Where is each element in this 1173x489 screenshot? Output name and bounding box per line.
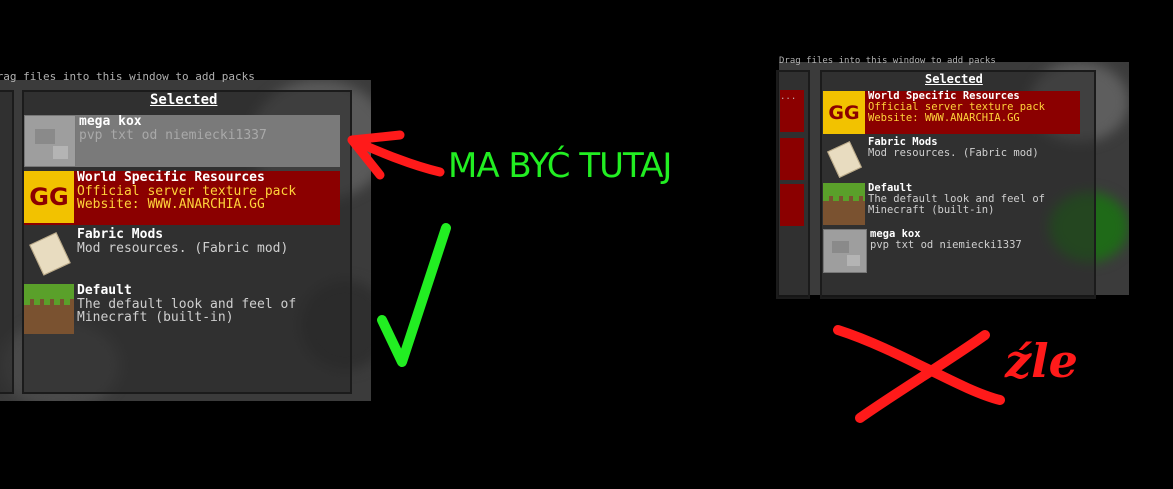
green-checkmark-icon (377, 223, 451, 367)
selected-title: Selected (150, 92, 218, 108)
available-truncation: ... (780, 92, 797, 102)
wrong-label: źle (1005, 334, 1078, 388)
pack-entry-fabric-mods[interactable]: Fabric Mods Mod resources. (Fabric mod) (24, 228, 340, 280)
pack-description: The default look and feel of (77, 296, 297, 312)
pack-description: Official server texture pack (77, 183, 297, 199)
grass-block-icon (823, 183, 865, 225)
pack-name: Fabric Mods (77, 227, 164, 242)
pack-name: mega kox (79, 114, 142, 129)
left-available-column (0, 90, 14, 394)
pack-entry-fabric-mods[interactable]: Fabric Mods Mod resources. (Fabric mod) (823, 136, 1080, 179)
gg-logo-icon: GG (823, 91, 865, 134)
selected-title-right: Selected (925, 72, 983, 86)
pack-entry-world-specific[interactable]: GG World Specific Resources Official ser… (24, 171, 340, 225)
pack-website: Website: WWW.ANARCHIA.GG (77, 197, 265, 213)
red-cross-icon (833, 325, 1005, 423)
pack-description-2: Minecraft (built-in) (77, 310, 234, 326)
pack-website: Website: WWW.ANARCHIA.GG (868, 112, 1020, 125)
scroll-icon (24, 228, 74, 278)
pack-entry-mega-kox[interactable]: mega kox pvp txt od niemiecki1337 (24, 115, 340, 167)
gg-logo-icon: GG (24, 171, 74, 223)
pack-description-2: Minecraft (built-in) (868, 204, 995, 217)
pack-description: Mod resources. (Fabric mod) (868, 147, 1039, 160)
stone-icon (24, 115, 76, 167)
pack-entry-world-specific[interactable]: GG World Specific Resources Official ser… (823, 90, 1080, 134)
scroll-icon (823, 137, 865, 179)
pack-description: pvp txt od niemiecki1337 (79, 127, 267, 143)
pack-description: pvp txt od niemiecki1337 (870, 239, 1022, 252)
correct-position-label: MA BYĆ TUTAJ (448, 146, 672, 186)
available-entry-stub[interactable] (780, 138, 804, 180)
pack-name: World Specific Resources (77, 170, 265, 185)
pack-entry-mega-kox[interactable]: mega kox pvp txt od niemiecki1337 (823, 228, 1080, 273)
available-entry-stub[interactable] (780, 184, 804, 226)
pack-entry-default[interactable]: Default The default look and feel of Min… (24, 284, 340, 336)
stone-icon (823, 229, 867, 273)
pack-name: Default (77, 283, 132, 298)
grass-block-icon (24, 284, 74, 334)
pack-description: Mod resources. (Fabric mod) (77, 240, 289, 256)
header-fragment-right: Drag files into this window to add packs (779, 56, 996, 66)
header-fragment: Drag files into this window to add packs (0, 70, 255, 83)
pack-entry-default[interactable]: Default The default look and feel of Min… (823, 182, 1080, 225)
